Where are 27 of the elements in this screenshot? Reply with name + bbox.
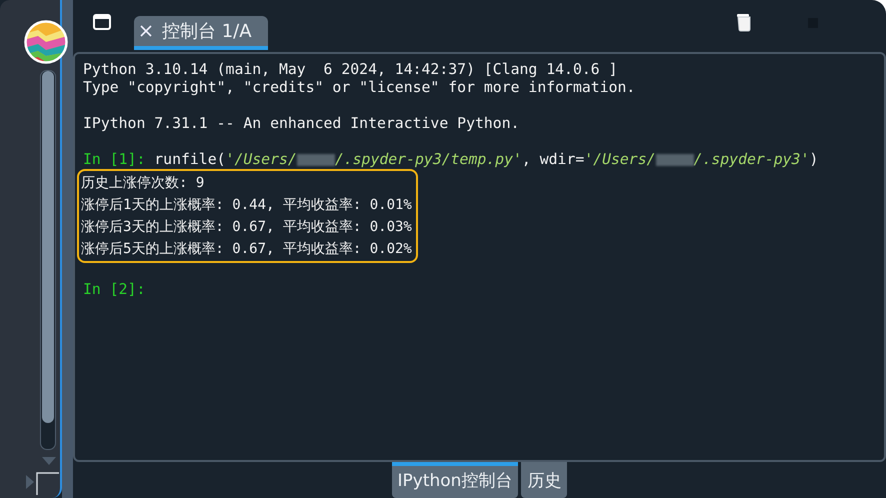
- blurred-text: [656, 154, 694, 166]
- window-icon[interactable]: [93, 14, 111, 30]
- output-line: 涨停后1天的上涨概率: 0.44, 平均收益率: 0.01%: [81, 196, 412, 215]
- console-line: Type "copyright", "credits" or "license" for more information.: [83, 79, 636, 97]
- scrollbar[interactable]: [40, 70, 56, 450]
- resize-corner-icon[interactable]: [36, 471, 60, 495]
- string-literal: '/Users/: [584, 151, 656, 168]
- console-tab[interactable]: 控制台 1/A: [134, 16, 268, 50]
- code-text: ): [809, 151, 818, 168]
- output-line: 历史上涨停次数: 9: [81, 174, 206, 193]
- output-line: 涨停后5天的上涨概率: 0.67, 平均收益率: 0.02%: [81, 240, 412, 259]
- output-line: 涨停后3天的上涨概率: 0.67, 平均收益率: 0.03%: [81, 218, 412, 237]
- pane-tab[interactable]: IPython控制台: [392, 462, 518, 498]
- blurred-text: [296, 154, 335, 166]
- close-icon[interactable]: [140, 25, 152, 37]
- string-literal: '/Users/: [226, 151, 297, 168]
- input-prompt: In [2]:: [83, 281, 146, 298]
- pane-tab[interactable]: 历史: [521, 462, 568, 498]
- input-prompt: In [1]:: [83, 151, 146, 168]
- console-line: Python 3.10.14 (main, May 6 2024, 14:42:37) [Clang 14.0.6 ]: [83, 61, 618, 79]
- code-text: , wdir=: [522, 151, 584, 168]
- console-line: IPython 7.31.1 -- An enhanced Interactive Python.: [83, 115, 520, 133]
- zigzag-circle-icon: [24, 20, 68, 64]
- code-text: runfile(: [153, 151, 226, 168]
- string-literal: /.spyder-py3': [694, 151, 810, 168]
- string-literal: /.spyder-py3/temp.py': [334, 151, 522, 168]
- trash-icon[interactable]: [736, 12, 752, 32]
